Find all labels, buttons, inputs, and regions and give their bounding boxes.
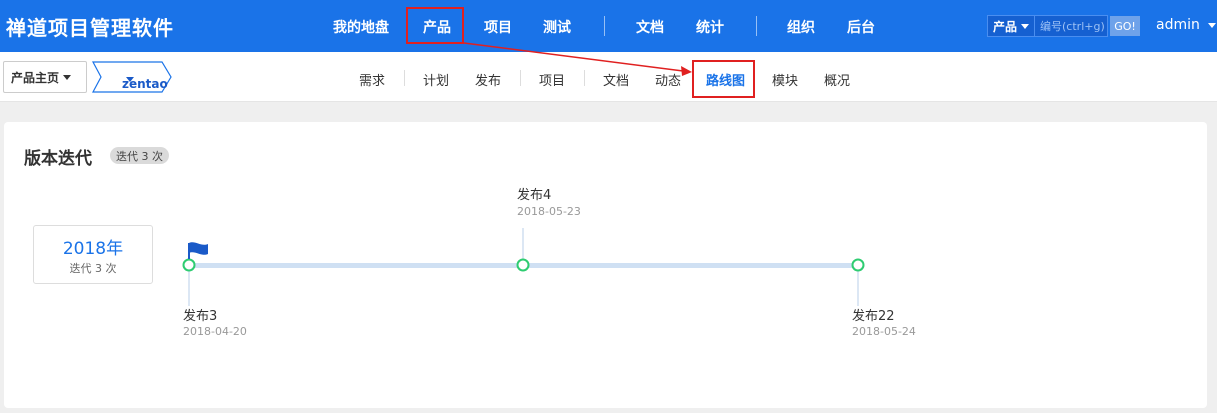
main-nav-doc[interactable]: 文档 <box>636 17 664 37</box>
main-nav-admin[interactable]: 后台 <box>847 17 875 37</box>
flag-icon <box>189 242 208 255</box>
quick-search: 产品 编号(ctrl+g) GO! <box>987 15 1141 37</box>
user-menu[interactable]: admin <box>1156 17 1217 33</box>
nav-divider <box>584 70 585 86</box>
chevron-down-icon <box>1021 23 1030 29</box>
sub-nav-module[interactable]: 模块 <box>772 70 798 89</box>
sub-nav-story[interactable]: 需求 <box>359 70 385 89</box>
user-name: admin <box>1156 17 1200 33</box>
main-nav-report[interactable]: 统计 <box>696 17 724 37</box>
sub-nav-plan[interactable]: 计划 <box>423 70 449 89</box>
sub-nav-dynamic[interactable]: 动态 <box>655 70 681 89</box>
breadcrumb-product-home[interactable]: 产品主页 <box>3 61 87 93</box>
release-milestone-node[interactable] <box>851 258 865 272</box>
breadcrumb-product-switcher[interactable]: zentao <box>92 61 172 93</box>
nav-divider <box>604 16 605 36</box>
brand-title[interactable]: 禅道项目管理软件 <box>6 12 174 41</box>
search-input[interactable]: 编号(ctrl+g) <box>1035 15 1109 37</box>
chevron-down-icon <box>63 74 72 80</box>
main-nav-company[interactable]: 组织 <box>787 17 815 37</box>
breadcrumb-home-label: 产品主页 <box>11 70 60 85</box>
top-navbar: 禅道项目管理软件 我的地盘 产品 项目 测试 文档 统计 组织 后台 产品 编号… <box>0 0 1217 52</box>
search-type-select[interactable]: 产品 <box>987 15 1036 37</box>
release-milestone-node[interactable] <box>516 258 530 272</box>
go-button[interactable]: GO! <box>1110 16 1141 36</box>
main-nav-qa[interactable]: 测试 <box>543 17 571 37</box>
main-nav-my[interactable]: 我的地盘 <box>333 17 389 37</box>
chevron-down-icon <box>126 77 134 82</box>
nav-divider <box>756 16 757 36</box>
release-date: 2018-05-23 <box>517 205 581 218</box>
release-name-link[interactable]: 发布22 <box>852 305 895 324</box>
release-name-link[interactable]: 发布4 <box>517 184 551 203</box>
annotation-box-roadmap <box>692 60 755 98</box>
chevron-down-icon <box>1208 22 1217 28</box>
release-date: 2018-05-24 <box>852 325 916 338</box>
roadmap-timeline <box>182 228 865 306</box>
nav-divider <box>520 70 521 86</box>
roadmap-panel: 版本迭代 迭代 3 次 2018年 迭代 3 次 发布3 2018-04-20 发布… <box>4 122 1207 408</box>
release-date: 2018-04-20 <box>183 325 247 338</box>
sub-nav-project[interactable]: 项目 <box>539 70 565 89</box>
release-name-link[interactable]: 发布3 <box>183 305 217 324</box>
nav-divider <box>404 70 405 86</box>
annotation-box-product <box>406 7 464 44</box>
release-milestone-node[interactable] <box>182 258 196 272</box>
sub-nav-view[interactable]: 概况 <box>824 70 850 89</box>
search-type-label: 产品 <box>993 19 1018 34</box>
sub-nav-release[interactable]: 发布 <box>475 70 501 89</box>
sub-nav-doc[interactable]: 文档 <box>603 70 629 89</box>
main-nav-project[interactable]: 项目 <box>484 17 512 37</box>
sub-navbar: 产品主页 zentao 需求 计划 发布 项目 文档 动态 路线图 模块 概况 <box>0 52 1217 102</box>
